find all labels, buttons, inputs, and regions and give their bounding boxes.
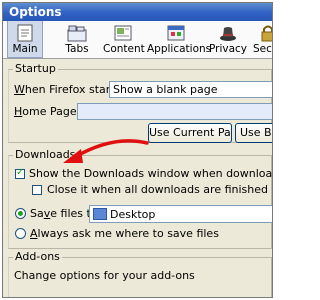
download-folder-field[interactable]: Desktop (89, 205, 272, 223)
applications-icon (167, 25, 185, 41)
download-folder-value: Desktop (110, 208, 156, 221)
tab-security[interactable]: Secu (253, 21, 272, 58)
tab-privacy[interactable]: Privacy (209, 21, 247, 58)
addons-description: Change options for your add-ons (14, 269, 195, 282)
tab-applications[interactable]: Applications (147, 21, 212, 58)
tab-applications-label: Applications (147, 43, 212, 55)
red-arrow-annotation (63, 139, 149, 163)
home-page-input[interactable] (77, 103, 272, 120)
save-files-label: Save files to (30, 207, 98, 220)
options-toolbar: Main Tabs Content Applications Privacy S… (3, 21, 272, 59)
use-current-page-label: Use Current Page (149, 126, 231, 139)
tab-privacy-label: Privacy (209, 43, 248, 55)
window-title: Options (9, 5, 62, 19)
use-bookmark-label: Use Book (240, 126, 272, 139)
content-icon (114, 25, 132, 41)
tab-content[interactable]: Content (103, 21, 145, 58)
tab-security-label: Secu (253, 43, 272, 55)
use-current-page-button[interactable]: Use Current Page (148, 123, 232, 143)
when-firefox-starts-select[interactable]: Show a blank page (109, 81, 272, 98)
addons-group: Add-ons Change options for your add-ons (8, 250, 272, 297)
tab-tabs-label: Tabs (65, 43, 89, 55)
security-icon (261, 25, 272, 42)
when-firefox-starts-value: Show a blank page (113, 83, 218, 96)
tab-main-label: Main (12, 43, 38, 55)
startup-legend: Startup (13, 62, 58, 75)
startup-group: Startup When Firefox starts: Show a blan… (8, 62, 272, 143)
tab-tabs[interactable]: Tabs (59, 21, 95, 58)
privacy-icon (220, 27, 236, 41)
use-bookmark-button[interactable]: Use Book (235, 123, 272, 143)
show-downloads-checkbox[interactable] (15, 167, 25, 179)
home-page-label: Home Page: (14, 105, 81, 118)
tab-main[interactable]: Main (7, 21, 43, 58)
main-icon (17, 24, 33, 42)
always-ask-radio[interactable] (15, 228, 26, 239)
title-bar[interactable]: Options (3, 3, 272, 21)
addons-legend: Add-ons (13, 250, 62, 263)
desktop-folder-icon (93, 208, 107, 220)
close-when-finished-checkbox[interactable] (32, 185, 42, 195)
always-ask-label: Always ask me where to save files (30, 227, 219, 240)
tab-content-label: Content (103, 43, 145, 55)
options-window: Options Main Tabs Content Applications P… (2, 2, 273, 298)
tabs-icon (67, 25, 87, 42)
when-firefox-starts-label: When Firefox starts: (14, 83, 125, 96)
save-files-radio[interactable] (15, 208, 26, 219)
close-when-finished-label: Close it when all downloads are finished (47, 183, 268, 196)
